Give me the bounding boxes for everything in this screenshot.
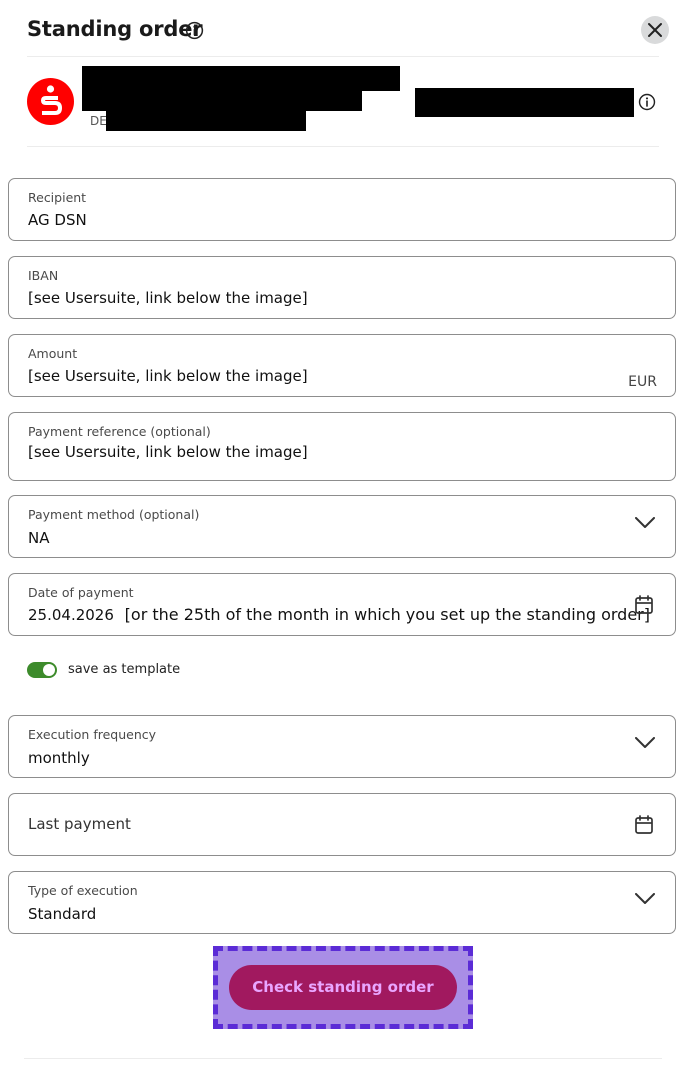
info-icon[interactable] xyxy=(638,93,656,111)
amount-label: Amount xyxy=(28,346,78,361)
toggle-knob xyxy=(43,664,55,676)
recipient-value: AG DSN xyxy=(28,211,87,229)
check-standing-order-button[interactable]: Check standing order xyxy=(229,965,457,1010)
redacted-balance xyxy=(415,88,634,117)
recipient-label: Recipient xyxy=(28,190,87,205)
payment-method-select[interactable]: Payment method (optional) NA xyxy=(8,495,676,558)
payment-reference-field[interactable]: Payment reference (optional) [see Usersu… xyxy=(8,412,676,481)
chevron-down-icon xyxy=(635,517,655,528)
iban-value: [see Usersuite, link below the image] xyxy=(28,289,308,307)
date-note: [or the 25th of the month in which you s… xyxy=(124,605,650,624)
redacted-account-name xyxy=(82,66,400,91)
date-of-payment-field[interactable]: Date of payment 25.04.2026 [or the 25th … xyxy=(8,573,676,636)
payment-method-label: Payment method (optional) xyxy=(28,507,200,522)
date-of-payment-label: Date of payment xyxy=(28,585,134,600)
chevron-down-icon xyxy=(635,893,655,904)
type-of-execution-value: Standard xyxy=(28,905,97,923)
date-value: 25.04.2026 xyxy=(28,606,114,624)
divider xyxy=(27,146,659,147)
type-of-execution-select[interactable]: Type of execution Standard xyxy=(8,871,676,934)
type-of-execution-label: Type of execution xyxy=(28,883,138,898)
amount-value: [see Usersuite, link below the image] xyxy=(28,367,308,385)
iban-label: IBAN xyxy=(28,268,59,283)
payment-method-value: NA xyxy=(28,529,50,547)
iban-field[interactable]: IBAN [see Usersuite, link below the imag… xyxy=(8,256,676,319)
iban-prefix: DE xyxy=(90,114,107,128)
last-payment-placeholder: Last payment xyxy=(28,815,131,833)
payment-reference-value: [see Usersuite, link below the image] xyxy=(28,443,308,461)
save-template-label: save as template xyxy=(68,662,181,677)
amount-field[interactable]: Amount [see Usersuite, link below the im… xyxy=(8,334,676,397)
calendar-icon[interactable] xyxy=(635,595,653,614)
sparkasse-s-icon xyxy=(27,78,74,125)
payment-reference-label: Payment reference (optional) xyxy=(28,424,211,439)
execution-frequency-select[interactable]: Execution frequency monthly xyxy=(8,715,676,778)
calendar-icon[interactable] xyxy=(635,815,653,834)
account-section: DE xyxy=(0,0,687,150)
execution-frequency-label: Execution frequency xyxy=(28,727,157,742)
chevron-down-icon xyxy=(635,737,655,748)
date-of-payment-value: 25.04.2026 [or the 25th of the month in … xyxy=(28,605,650,625)
recipient-field[interactable]: Recipient AG DSN xyxy=(8,178,676,241)
redacted-account-type xyxy=(82,90,362,111)
currency-label: EUR xyxy=(628,374,657,390)
last-payment-field[interactable]: Last payment xyxy=(8,793,676,856)
redacted-iban xyxy=(106,111,306,131)
divider xyxy=(24,1058,662,1059)
save-template-toggle[interactable] xyxy=(27,662,57,678)
execution-frequency-value: monthly xyxy=(28,749,90,767)
